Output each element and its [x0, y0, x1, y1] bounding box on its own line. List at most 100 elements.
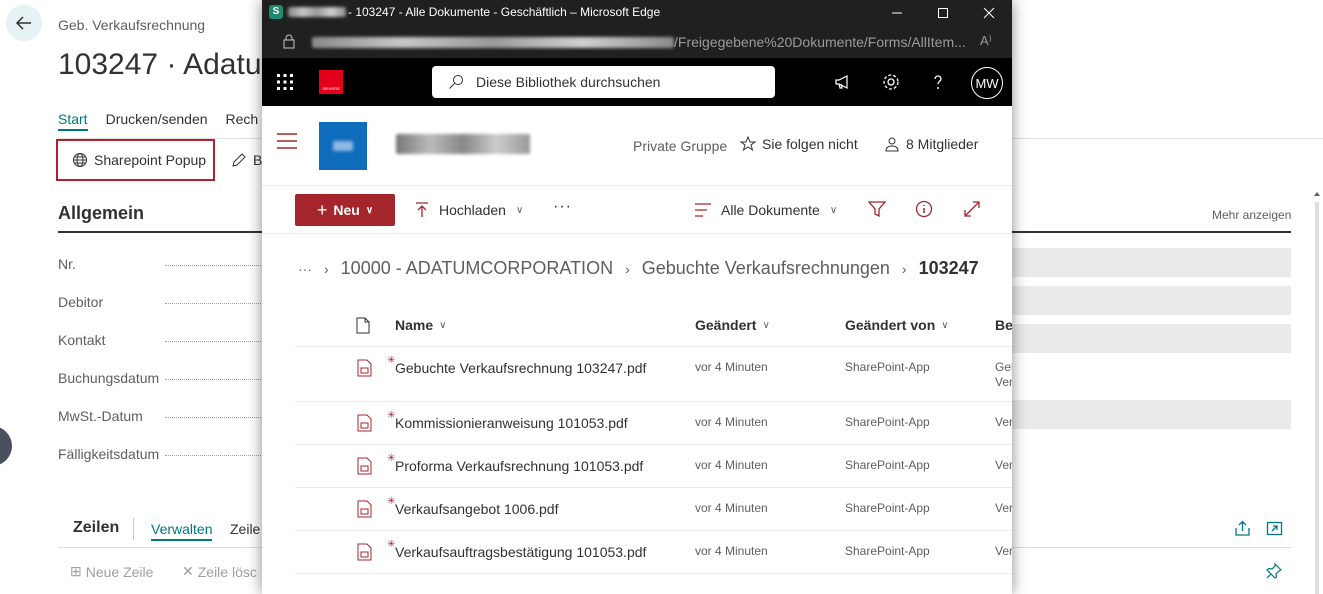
- field-value-box[interactable]: [1011, 324, 1291, 353]
- info-icon[interactable]: [915, 200, 933, 218]
- site-name[interactable]: [396, 134, 530, 160]
- pin-icon[interactable]: [1266, 563, 1282, 579]
- view-selector[interactable]: Alle Dokumente ∨: [695, 202, 837, 218]
- more-actions-button[interactable]: ···: [553, 198, 572, 216]
- upload-label: Hochladen: [439, 202, 506, 218]
- file-name[interactable]: Kommissionieranweisung 101053.pdf: [395, 415, 628, 431]
- tab-line[interactable]: Zeile: [230, 521, 260, 537]
- file-name[interactable]: Gebuchte Verkaufsrechnung 103247.pdf: [395, 360, 646, 376]
- field-label-no: Nr.: [58, 256, 76, 272]
- new-line-button[interactable]: ⊞ Neue Zeile: [70, 563, 153, 580]
- redacted-url: [312, 36, 674, 48]
- url-suffix: /Freigegebene%20Dokumente/Forms/AllItem.…: [674, 34, 966, 50]
- field-dots: [165, 341, 265, 342]
- expand-icon[interactable]: [1266, 520, 1283, 537]
- sharepoint-app-icon: S: [269, 5, 283, 19]
- share-icon[interactable]: [1234, 520, 1251, 537]
- column-name[interactable]: Name ∨: [395, 317, 446, 333]
- breadcrumb-overflow[interactable]: ···: [298, 261, 312, 277]
- column-extra-label: Be: [995, 317, 1012, 333]
- close-button[interactable]: [966, 0, 1012, 25]
- file-type-icon[interactable]: [356, 317, 370, 334]
- search-input[interactable]: Diese Bibliothek durchsuchen: [432, 66, 775, 98]
- tab-start[interactable]: Start: [58, 111, 88, 131]
- file-extra: Ver: [995, 501, 1012, 515]
- filter-icon[interactable]: [868, 200, 886, 218]
- lines-title: Zeilen: [73, 519, 120, 536]
- file-row[interactable]: ✳ Proforma Verkaufsrechnung 101053.pdf v…: [295, 445, 1012, 488]
- new-button[interactable]: + Neu ∨: [295, 194, 395, 226]
- file-row[interactable]: ✳ Kommissionieranweisung 101053.pdf vor …: [295, 402, 1012, 445]
- file-name[interactable]: Proforma Verkaufsrechnung 101053.pdf: [395, 458, 643, 474]
- pdf-file-icon: [357, 457, 372, 475]
- file-row[interactable]: ✳ Verkaufsangebot 1006.pdf vor 4 Minuten…: [295, 488, 1012, 531]
- plus-icon: +: [316, 199, 328, 220]
- gear-icon[interactable]: [881, 72, 901, 92]
- close-icon: [983, 7, 995, 18]
- show-more-link[interactable]: Mehr anzeigen: [1212, 208, 1291, 222]
- pencil-icon: [232, 153, 246, 167]
- command-bar: + Neu ∨ Hochladen ∨ ··· Alle Dokumente ∨: [262, 186, 1012, 234]
- file-name[interactable]: Verkaufsauftragsbestätigung 101053.pdf: [395, 544, 646, 560]
- avatar[interactable]: MW: [971, 67, 1003, 99]
- file-modified: vor 4 Minuten: [695, 360, 768, 374]
- file-name[interactable]: Verkaufsangebot 1006.pdf: [395, 501, 558, 517]
- upload-button[interactable]: Hochladen ∨: [415, 202, 523, 218]
- company-logo[interactable]: SIEVERS: [319, 70, 343, 94]
- maximize-button[interactable]: [920, 0, 966, 25]
- file-modified: vor 4 Minuten: [695, 501, 768, 515]
- delete-line-label: Zeile lösc: [197, 563, 257, 580]
- star-icon: [740, 136, 756, 152]
- tab-invoice[interactable]: Rech: [226, 111, 259, 131]
- redacted-text: [288, 7, 346, 17]
- follow-button[interactable]: Sie folgen nicht: [740, 136, 858, 152]
- members-button[interactable]: 8 Mitglieder: [884, 136, 978, 152]
- chevron-down-icon: ∨: [365, 204, 374, 216]
- megaphone-icon[interactable]: [833, 72, 853, 92]
- file-modified-by: SharePoint-App: [845, 501, 930, 515]
- help-icon[interactable]: [928, 72, 948, 92]
- sharepoint-popup-label: Sharepoint Popup: [94, 152, 207, 168]
- new-line-icon: ⊞: [70, 563, 82, 579]
- chevron-right-icon: ›: [625, 260, 630, 277]
- person-icon: [885, 137, 899, 152]
- chevron-down-icon: ∨: [439, 319, 447, 331]
- column-modified[interactable]: Geändert ∨: [695, 317, 770, 333]
- hamburger-icon[interactable]: [277, 133, 297, 149]
- site-logo[interactable]: [319, 122, 367, 170]
- fullscreen-icon[interactable]: [963, 200, 981, 218]
- back-button[interactable]: [6, 5, 42, 41]
- file-modified-by: SharePoint-App: [845, 360, 930, 374]
- field-value-box[interactable]: [1011, 248, 1291, 277]
- breadcrumb-item[interactable]: Gebuchte Verkaufsrechnungen: [642, 258, 890, 279]
- app-launcher-icon[interactable]: [277, 74, 293, 90]
- breadcrumb-item[interactable]: 10000 - ADATUMCORPORATION: [341, 258, 613, 279]
- file-row[interactable]: ✳ Gebuchte Verkaufsrechnung 103247.pdf v…: [295, 347, 1012, 402]
- edge-popup-window: S - 103247 - Alle Dokumente - Geschäftli…: [262, 0, 1012, 594]
- page-title: 103247 · Adatum: [58, 48, 287, 81]
- field-value-box[interactable]: [1011, 286, 1291, 315]
- tab-print-send[interactable]: Drucken/senden: [106, 111, 208, 131]
- address-bar[interactable]: /Freigegebene%20Dokumente/Forms/AllItem.…: [262, 25, 1012, 58]
- file-extra: Gel Ver: [995, 360, 1012, 390]
- chevron-right-icon: ›: [901, 260, 907, 277]
- file-row[interactable]: ✳ Verkaufsauftragsbestätigung 101053.pdf…: [295, 531, 1012, 574]
- file-extra: Ver: [995, 544, 1012, 558]
- delete-line-button[interactable]: ✕ Zeile lösc: [182, 563, 257, 580]
- field-value-box[interactable]: [1011, 400, 1291, 429]
- search-placeholder: Diese Bibliothek durchsuchen: [476, 74, 661, 90]
- globe-icon: [73, 153, 87, 167]
- read-aloud-button[interactable]: A⁾: [980, 33, 992, 49]
- sharepoint-suite-bar: SIEVERS Diese Bibliothek durchsuchen MW: [262, 58, 1012, 106]
- file-extra: Ver: [995, 458, 1012, 472]
- column-extra[interactable]: Be: [995, 317, 1012, 333]
- tab-manage[interactable]: Verwalten: [151, 521, 213, 541]
- column-modified-by[interactable]: Geändert von ∨: [845, 317, 949, 333]
- window-title-text: - 103247 - Alle Dokumente - Geschäftlich…: [348, 5, 661, 19]
- chevron-down-icon: ∨: [762, 319, 770, 331]
- field-label-posting-date: Buchungsdatum: [58, 370, 160, 386]
- minimize-button[interactable]: [874, 0, 920, 25]
- chevron-right-icon: ›: [324, 260, 329, 277]
- scrollbar[interactable]: [1313, 190, 1321, 594]
- sharepoint-popup-button[interactable]: Sharepoint Popup: [56, 139, 215, 181]
